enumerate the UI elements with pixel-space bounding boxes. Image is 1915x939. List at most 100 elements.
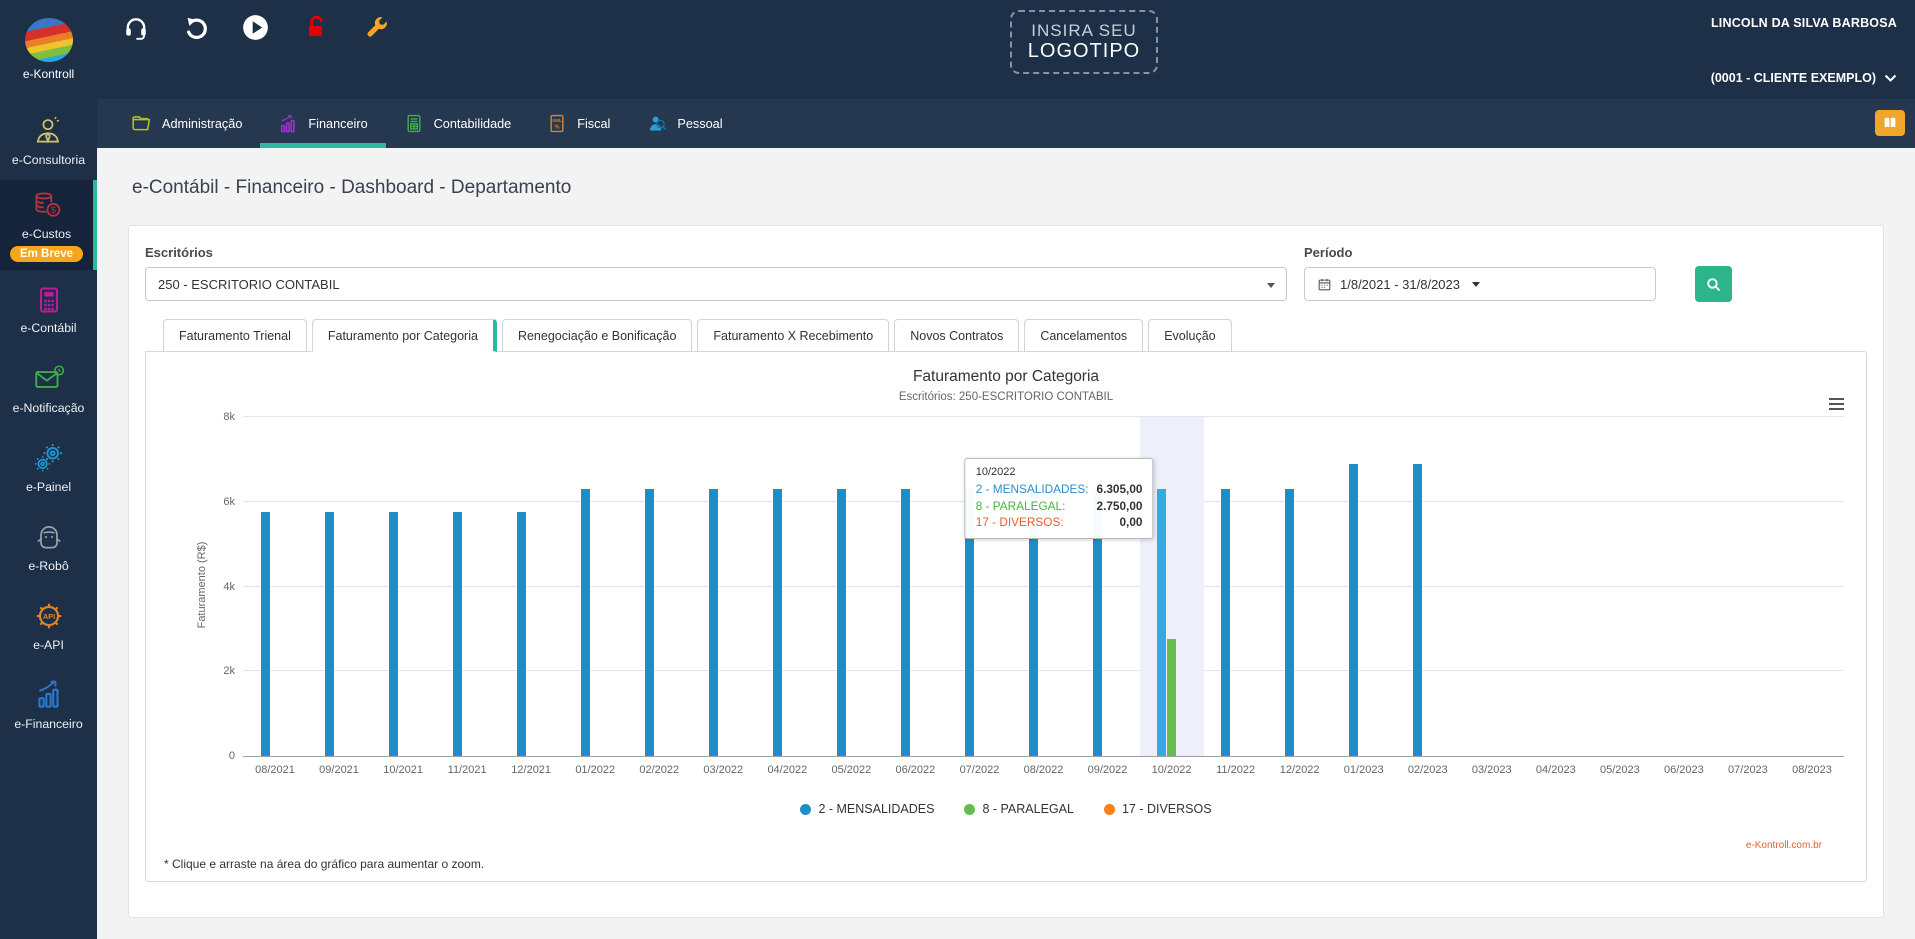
- y-tick-label: 0: [228, 750, 235, 762]
- sidebar-item-e-financeiro[interactable]: e-Financeiro: [0, 665, 97, 744]
- bar[interactable]: [260, 512, 270, 756]
- tab-renegociacao-e-bonificacao[interactable]: Renegociação e Bonificação: [501, 319, 693, 352]
- bar-group[interactable]: [1780, 417, 1844, 756]
- y-tick-label: 6k: [223, 495, 235, 508]
- bar[interactable]: [1413, 463, 1423, 756]
- nav-item-fiscal[interactable]: XML % Fiscal: [547, 99, 610, 148]
- tab-faturamento-trienal[interactable]: Faturamento Trienal: [163, 319, 307, 352]
- bar[interactable]: [388, 512, 398, 756]
- play-icon[interactable]: [242, 14, 269, 41]
- sidebar-item-e-painel[interactable]: e-Painel: [0, 428, 97, 507]
- sidebar-item-e-api[interactable]: API e-API: [0, 586, 97, 665]
- bar-group[interactable]: [499, 417, 563, 756]
- logo-placeholder-line2: LOGOTIPO: [1027, 40, 1141, 63]
- sidebar-item-e-robo[interactable]: e-Robô: [0, 507, 97, 586]
- bar[interactable]: [644, 488, 654, 756]
- bar-group[interactable]: [1460, 417, 1524, 756]
- bar[interactable]: [580, 488, 590, 756]
- folder-icon: [132, 116, 151, 131]
- x-tick-label: 11/2021: [447, 764, 487, 776]
- tab-faturamento-x-recebimento[interactable]: Faturamento X Recebimento: [697, 319, 890, 352]
- robot-icon: [36, 526, 61, 549]
- tab-novos-contratos[interactable]: Novos Contratos: [894, 319, 1020, 352]
- chart-subtitle: Escritórios: 250-ESCRITORIO CONTABIL: [898, 391, 1114, 403]
- manual-button[interactable]: [1875, 110, 1905, 136]
- bar-group[interactable]: [435, 417, 499, 756]
- bar-group[interactable]: [1716, 417, 1780, 756]
- legend-item[interactable]: 2 - MENSALIDADES: [800, 802, 934, 816]
- undo-icon[interactable]: [182, 14, 209, 41]
- consultant-icon: [36, 116, 59, 144]
- office-select[interactable]: 250 - ESCRITORIO CONTABIL: [145, 267, 1287, 301]
- tab-cancelamentos[interactable]: Cancelamentos: [1024, 319, 1144, 352]
- period-input[interactable]: 1/8/2021 - 31/8/2023: [1304, 267, 1656, 301]
- chart-plot[interactable]: Faturamento (R$) 10/2022 2 - MENSALIDADE…: [196, 411, 1844, 762]
- legend-item[interactable]: 17 - DIVERSOS: [1103, 802, 1212, 816]
- bar[interactable]: [324, 512, 334, 756]
- sidebar-item-e-consultoria[interactable]: e-Consultoria: [0, 101, 97, 180]
- bar-group[interactable]: [1204, 417, 1268, 756]
- bar-group[interactable]: [819, 417, 883, 756]
- bar-group[interactable]: [627, 417, 691, 756]
- nav-item-label: Administração: [162, 116, 243, 131]
- legend-item[interactable]: 8 - PARALEGAL: [964, 802, 1074, 816]
- x-tick-label: 01/2022: [575, 764, 616, 776]
- bar-group[interactable]: [755, 417, 819, 756]
- y-tick-label: 4k: [223, 580, 235, 593]
- bar-group[interactable]: [883, 417, 947, 756]
- tab-faturamento-por-categoria[interactable]: Faturamento por Categoria: [311, 319, 497, 352]
- bar-group[interactable]: [691, 417, 755, 756]
- bar[interactable]: [1349, 463, 1359, 756]
- x-tick-label: 06/2023: [1664, 764, 1704, 776]
- bar-group[interactable]: [1396, 417, 1460, 756]
- legend-dot-icon: [964, 803, 976, 815]
- tab-evolucao[interactable]: Evolução: [1148, 319, 1232, 352]
- x-tick-label: 09/2022: [1087, 764, 1128, 776]
- x-tick-label: 02/2022: [639, 764, 680, 776]
- bar[interactable]: [708, 488, 718, 756]
- x-tick-label: 02/2023: [1407, 764, 1448, 776]
- nav-item-administracao[interactable]: Administração: [131, 99, 242, 148]
- search-button[interactable]: [1695, 266, 1732, 302]
- nav-item-contabilidade[interactable]: Contabilidade: [404, 99, 511, 148]
- chart-menu-icon[interactable]: [1829, 398, 1844, 413]
- svg-text:%: %: [555, 125, 561, 131]
- bar-group[interactable]: [1588, 417, 1652, 756]
- bar-group[interactable]: [1524, 417, 1588, 756]
- bar[interactable]: [836, 488, 846, 756]
- bar[interactable]: [900, 488, 910, 756]
- bar-group[interactable]: [243, 417, 307, 756]
- client-logo-placeholder[interactable]: INSIRA SEU LOGOTIPO: [1010, 10, 1158, 74]
- x-tick-label: 04/2022: [767, 764, 808, 776]
- sidebar-item-e-custos[interactable]: $ e-Custos Em Breve: [0, 180, 97, 270]
- bar-group[interactable]: [1268, 417, 1332, 756]
- bar-group[interactable]: [1332, 417, 1396, 756]
- tooltip-row: 8 - PARALEGAL: 2.750,00: [975, 498, 1143, 513]
- bar[interactable]: [1157, 488, 1167, 756]
- nav-item-label: Fiscal: [577, 116, 611, 131]
- bar[interactable]: [1285, 488, 1295, 756]
- sidebar-logo[interactable]: e-Kontroll: [0, 0, 97, 99]
- bar-group[interactable]: [563, 417, 627, 756]
- sidebar-item-e-notificacao[interactable]: e-Notificação: [0, 349, 97, 428]
- bar[interactable]: [772, 488, 782, 756]
- nav-item-financeiro[interactable]: Financeiro: [260, 99, 386, 148]
- bar-group[interactable]: [371, 417, 435, 756]
- bar[interactable]: [1221, 488, 1231, 756]
- unlock-icon[interactable]: [302, 14, 329, 41]
- bar[interactable]: [516, 512, 526, 756]
- wrench-icon[interactable]: [362, 14, 389, 41]
- chart-legend: 2 - MENSALIDADES 8 - PARALEGAL 17 - DIVERS…: [146, 802, 1866, 816]
- bar-group[interactable]: [1652, 417, 1716, 756]
- sidebar-item-e-contabil[interactable]: e-Contábil: [0, 270, 97, 349]
- bar[interactable]: [1167, 639, 1177, 756]
- nav-item-pessoal[interactable]: Pessoal: [646, 99, 723, 148]
- tooltip-row: 2 - MENSALIDADES: 6.305,00: [975, 482, 1143, 496]
- headset-icon[interactable]: [122, 14, 149, 41]
- xml-document-icon: XML %: [550, 114, 564, 133]
- bar[interactable]: [452, 512, 462, 756]
- chart-tooltip: 10/2022 2 - MENSALIDADES: 6.305,00 8 - PAR…: [964, 458, 1154, 539]
- coming-soon-badge: Em Breve: [9, 246, 84, 262]
- client-selector[interactable]: (0001 - CLIENTE EXEMPLO): [1711, 71, 1897, 85]
- bar-group[interactable]: [307, 417, 371, 756]
